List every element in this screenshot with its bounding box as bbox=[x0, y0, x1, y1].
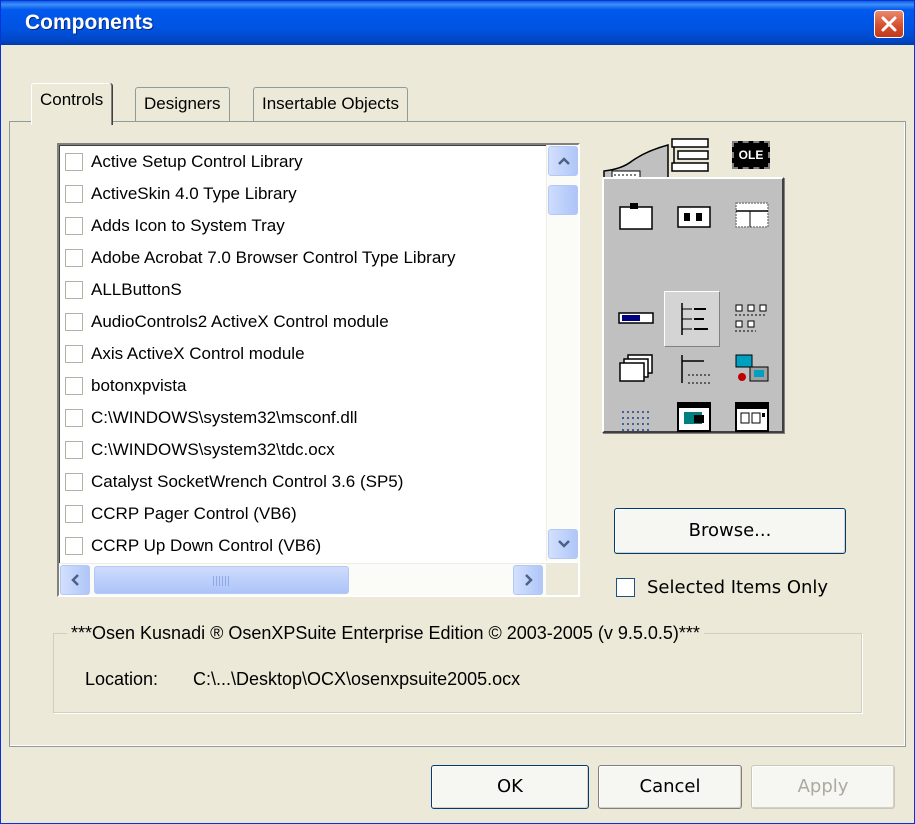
chevron-right-icon bbox=[525, 574, 533, 586]
item-label: CCRP Up Down Control (VB6) bbox=[91, 536, 322, 555]
tab-label: Insertable Objects bbox=[262, 94, 400, 113]
chevron-left-icon bbox=[71, 574, 79, 586]
list-item[interactable]: botonxpvista bbox=[65, 370, 186, 402]
checkbox[interactable] bbox=[65, 473, 83, 491]
item-label: Adds Icon to System Tray bbox=[91, 216, 285, 235]
checkbox[interactable] bbox=[65, 313, 83, 331]
frame-icon bbox=[619, 203, 653, 230]
selected-items-only-label: Selected Items Only bbox=[647, 576, 829, 598]
list-item[interactable]: Adobe Acrobat 7.0 Browser Control Type L… bbox=[65, 242, 455, 274]
tab-controls[interactable]: Controls bbox=[31, 83, 113, 125]
scroll-left-button[interactable] bbox=[60, 565, 90, 595]
close-button[interactable] bbox=[874, 10, 904, 38]
list-item[interactable]: Active Setup Control Library bbox=[65, 146, 303, 178]
list-item[interactable]: Axis ActiveX Control module bbox=[65, 338, 305, 370]
tab-designers[interactable]: Designers bbox=[135, 87, 230, 121]
scroll-right-button[interactable] bbox=[513, 565, 543, 595]
ok-label: OK bbox=[497, 776, 523, 797]
chevron-down-icon bbox=[558, 540, 570, 548]
vertical-scrollbar[interactable] bbox=[546, 145, 578, 561]
horizontal-scroll-thumb[interactable] bbox=[94, 566, 349, 594]
list-item[interactable]: ActiveSkin 4.0 Type Library bbox=[65, 178, 297, 210]
chevron-up-icon bbox=[558, 157, 570, 165]
item-label: Axis ActiveX Control module bbox=[91, 344, 305, 363]
checkbox[interactable] bbox=[65, 281, 83, 299]
window-title: Components bbox=[25, 11, 154, 34]
tab-label: Controls bbox=[40, 90, 104, 109]
item-label: C:\WINDOWS\system32\tdc.ocx bbox=[91, 440, 335, 459]
apply-label: Apply bbox=[797, 776, 849, 797]
cancel-label: Cancel bbox=[639, 776, 701, 797]
list-item[interactable]: AudioControls2 ActiveX Control module bbox=[65, 306, 389, 338]
control-palette-preview: OLE bbox=[602, 131, 784, 433]
location-value: C:\...\Desktop\OCX\osenxpsuite2005.ocx bbox=[193, 669, 521, 689]
ole-icon: OLE bbox=[732, 141, 770, 169]
components-dialog: Components Controls Designers Insertable… bbox=[0, 0, 915, 824]
hierarchy-icon bbox=[681, 355, 710, 384]
listview-icon bbox=[735, 304, 767, 332]
components-list[interactable]: Active Setup Control Library ActiveSkin … bbox=[57, 143, 580, 597]
title-bar[interactable]: Components bbox=[1, 1, 914, 45]
checkbox[interactable] bbox=[65, 505, 83, 523]
scroll-up-button[interactable] bbox=[548, 146, 578, 176]
scrollbar-corner bbox=[546, 563, 578, 595]
checkbox[interactable] bbox=[65, 537, 83, 555]
checkbox[interactable] bbox=[65, 377, 83, 395]
header-icon bbox=[735, 202, 769, 228]
list-item[interactable]: CCRP Pager Control (VB6) bbox=[65, 498, 297, 530]
location-label: Location: bbox=[85, 669, 159, 689]
item-label: ActiveSkin 4.0 Type Library bbox=[91, 184, 297, 203]
tab-insertable-objects[interactable]: Insertable Objects bbox=[253, 87, 409, 121]
palette-box bbox=[602, 177, 784, 433]
item-label: ALLButtonS bbox=[91, 280, 182, 299]
list-item[interactable]: CCRP Up Down Control (VB6) bbox=[65, 530, 321, 562]
vertical-scroll-thumb[interactable] bbox=[548, 185, 578, 215]
progressbar-icon bbox=[618, 312, 654, 324]
ole-badge-text: OLE bbox=[738, 148, 764, 162]
item-label: Catalyst SocketWrench Control 3.6 (SP5) bbox=[91, 472, 404, 491]
list-item[interactable]: Catalyst SocketWrench Control 3.6 (SP5) bbox=[65, 466, 403, 498]
browse-button[interactable]: Browse... bbox=[614, 508, 846, 554]
browse-label: Browse... bbox=[688, 520, 772, 541]
checkbox[interactable] bbox=[65, 441, 83, 459]
item-label: C:\WINDOWS\system32\msconf.dll bbox=[91, 408, 358, 427]
tab-label: Designers bbox=[144, 94, 221, 113]
item-label: AudioControls2 ActiveX Control module bbox=[91, 312, 389, 331]
grid-dots-icon bbox=[622, 411, 649, 431]
close-x-icon bbox=[881, 16, 897, 32]
checkbox[interactable] bbox=[65, 217, 83, 235]
pager-icon bbox=[677, 206, 711, 228]
treeview-header-icon bbox=[671, 138, 709, 172]
network-icon bbox=[735, 354, 769, 382]
item-label: botonxpvista bbox=[91, 376, 187, 395]
calendar-window-icon bbox=[735, 402, 769, 432]
grip-icon bbox=[213, 576, 229, 586]
ok-button[interactable]: OK bbox=[431, 765, 589, 809]
image-window-icon bbox=[677, 402, 711, 432]
checkbox[interactable] bbox=[65, 185, 83, 203]
apply-button[interactable]: Apply bbox=[751, 765, 895, 809]
item-label: CCRP Pager Control (VB6) bbox=[91, 504, 297, 523]
selected-items-only-option[interactable]: Selected Items Only bbox=[616, 573, 828, 601]
component-info-title: ***Osen Kusnadi ® OsenXPSuite Enterprise… bbox=[67, 623, 704, 644]
checkbox[interactable] bbox=[65, 249, 83, 267]
checkbox[interactable] bbox=[65, 153, 83, 171]
scroll-down-button[interactable] bbox=[548, 529, 578, 559]
treeview-icon bbox=[681, 303, 708, 335]
item-label: Active Setup Control Library bbox=[91, 152, 303, 171]
list-item[interactable]: C:\WINDOWS\system32\msconf.dll bbox=[65, 402, 357, 434]
item-label: Adobe Acrobat 7.0 Browser Control Type L… bbox=[91, 248, 456, 267]
tabstrip-icon bbox=[619, 354, 653, 382]
cancel-button[interactable]: Cancel bbox=[598, 765, 742, 809]
list-item[interactable]: ALLButtonS bbox=[65, 274, 182, 306]
checkbox[interactable] bbox=[65, 409, 83, 427]
horizontal-scrollbar[interactable] bbox=[59, 563, 548, 595]
list-item[interactable]: C:\WINDOWS\system32\tdc.ocx bbox=[65, 434, 335, 466]
list-item[interactable]: Adds Icon to System Tray bbox=[65, 210, 285, 242]
selected-items-only-checkbox[interactable] bbox=[616, 577, 635, 597]
checkbox[interactable] bbox=[65, 345, 83, 363]
